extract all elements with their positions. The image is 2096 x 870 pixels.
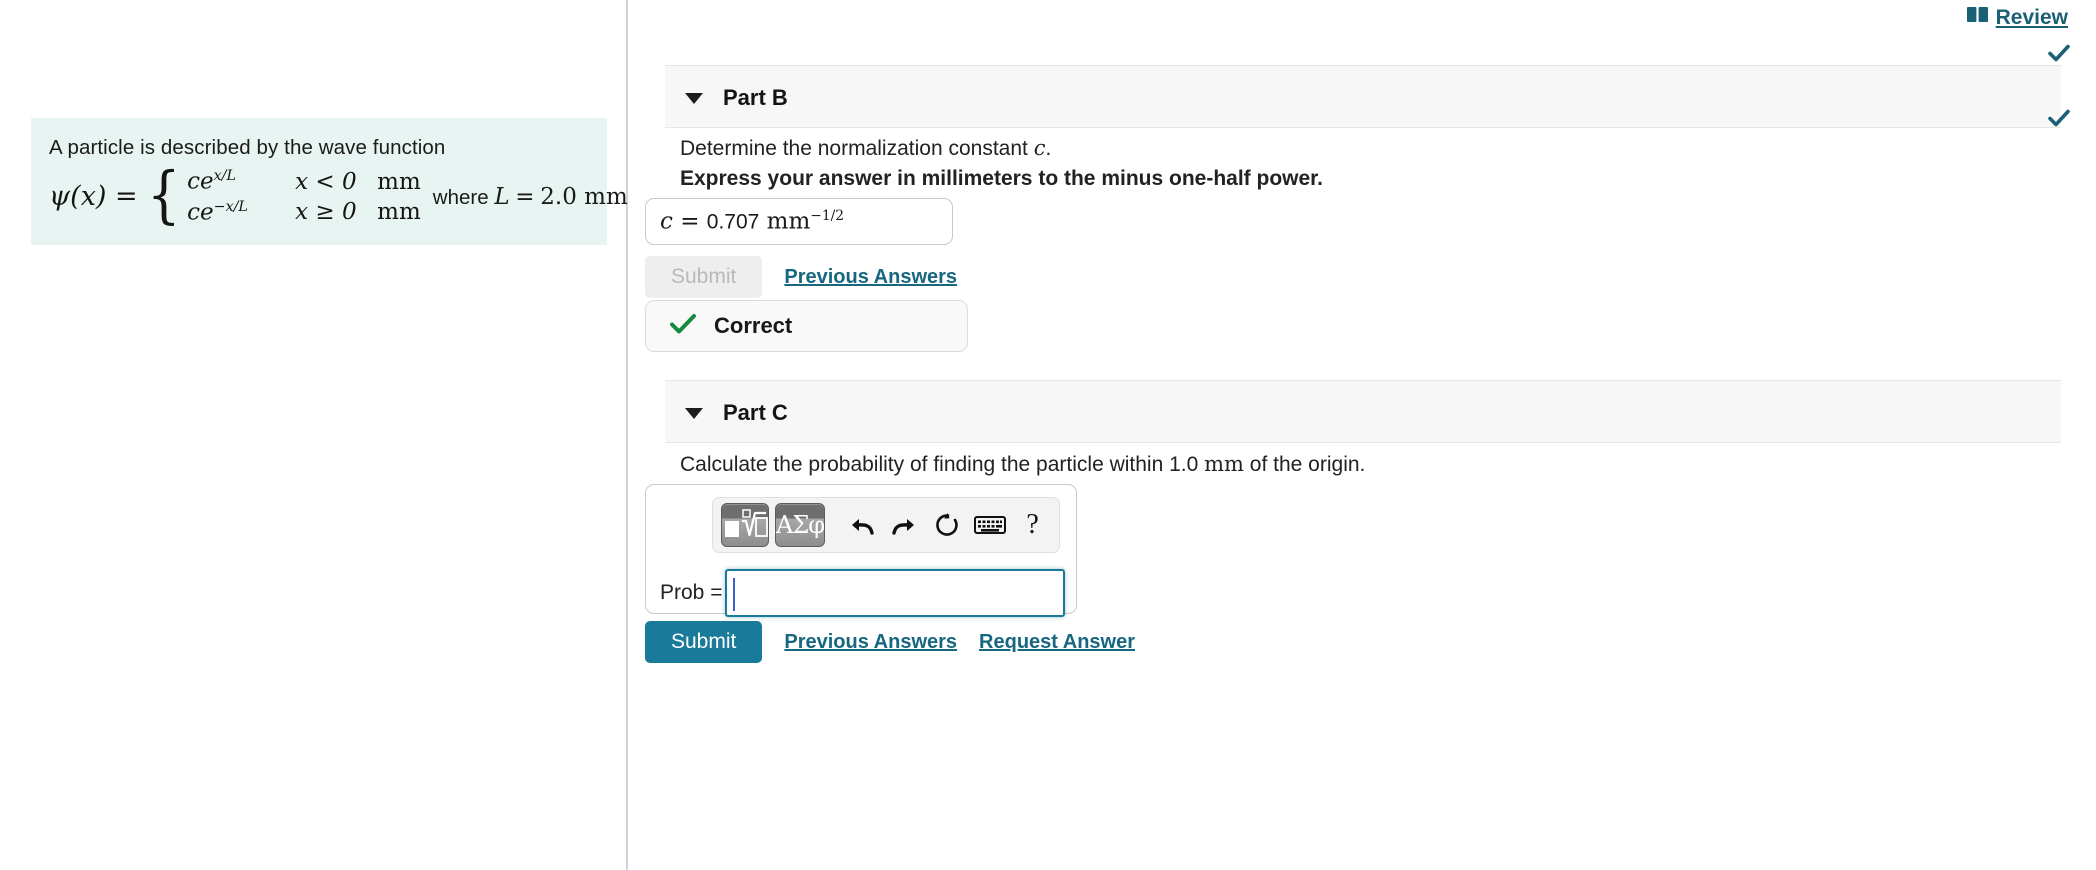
part-c-header[interactable]: Part C <box>685 400 788 426</box>
part-b-header-band[interactable]: Part B <box>665 65 2061 128</box>
assignment-pane: Review Part B Determine the normalizatio… <box>630 0 2096 870</box>
case-expression: cex/L <box>187 168 236 195</box>
part-b-answer-content: c = 0.707 mm−1/2 <box>660 208 845 235</box>
formula-cases: cex/L x < 0 mm ce−x/L x ≥ 0 mm <box>187 168 421 225</box>
part-b-answer-field[interactable]: c = 0.707 mm−1/2 <box>645 198 953 245</box>
redo-icon[interactable] <box>886 512 923 538</box>
check-icon <box>2048 109 2070 127</box>
case-expression: ce−x/L <box>187 198 248 226</box>
check-icon <box>670 311 696 342</box>
formula-case-row: ce−x/L x ≥ 0 mm <box>187 199 421 226</box>
part-b-title: Part B <box>723 85 788 110</box>
chevron-down-icon[interactable] <box>685 407 703 419</box>
part-b-status-check <box>2046 105 2072 136</box>
math-toolbar: ΑΣφ ? <box>712 497 1060 553</box>
part-b-header[interactable]: Part B <box>685 85 788 111</box>
keyboard-icon[interactable] <box>971 515 1008 535</box>
part-c-question: Calculate the probability of finding the… <box>680 452 1366 476</box>
check-icon <box>2048 44 2070 62</box>
help-icon[interactable]: ? <box>1014 509 1051 541</box>
part-c-prob-input[interactable] <box>725 569 1066 617</box>
part-b-feedback-text: Correct <box>714 313 793 338</box>
formula-brace: { <box>146 158 181 232</box>
part-b-instruction: Express your answer in millimeters to th… <box>680 167 1324 190</box>
problem-statement-pane: A particle is described by the wave func… <box>0 0 635 870</box>
part-b-question: Determine the normalization constant c. <box>680 136 1052 160</box>
case-unit: mm <box>377 168 421 195</box>
part-c-submit-button[interactable]: Submit <box>645 621 763 663</box>
review-label: Review <box>1995 6 2068 29</box>
case-condition: x < 0 <box>295 168 357 195</box>
formula-case-row: cex/L x < 0 mm <box>187 168 421 195</box>
undo-icon[interactable] <box>843 512 880 538</box>
part-b-actions: Submit Previous Answers <box>645 256 957 298</box>
part-c-input-label: Prob = <box>660 581 723 604</box>
math-template-icon[interactable] <box>721 503 769 547</box>
formula-lhs: ψ(x) = <box>49 181 138 213</box>
page-root: A particle is described by the wave func… <box>0 0 2096 870</box>
part-c-request-answer-link[interactable]: Request Answer <box>979 631 1135 654</box>
case-condition: x ≥ 0 <box>295 199 357 226</box>
part-c-title: Part C <box>723 400 788 425</box>
part-c-previous-answers-link[interactable]: Previous Answers <box>784 631 957 654</box>
part-b-submit-button[interactable]: Submit <box>645 256 763 298</box>
part-c-math-entry-panel: ΑΣφ ? Prob = <box>645 484 1077 617</box>
review-link[interactable]: Review <box>1966 6 2068 30</box>
wave-function-formula: ψ(x) = { cex/L x < 0 mm ce−x/L x ≥ 0 mm … <box>49 158 635 232</box>
greek-symbols-button[interactable]: ΑΣφ <box>775 503 825 547</box>
chevron-down-icon[interactable] <box>685 92 703 104</box>
part-c-actions: Submit Previous Answers Request Answer <box>645 621 1135 663</box>
case-unit: mm <box>377 199 421 226</box>
part-c-input-row: Prob = <box>660 569 1066 617</box>
problem-intro-text: A particle is described by the wave func… <box>49 136 446 159</box>
text-cursor <box>733 578 736 611</box>
book-icon <box>1966 6 1989 30</box>
formula-where-clause: where L = 2.0 mm. <box>432 183 636 210</box>
problem-card: A particle is described by the wave func… <box>31 118 635 246</box>
reset-icon[interactable] <box>929 512 966 538</box>
part-b-feedback-box: Correct <box>645 300 968 352</box>
part-c-header-band[interactable]: Part C <box>665 380 2061 443</box>
part-b-previous-answers-link[interactable]: Previous Answers <box>784 266 957 289</box>
